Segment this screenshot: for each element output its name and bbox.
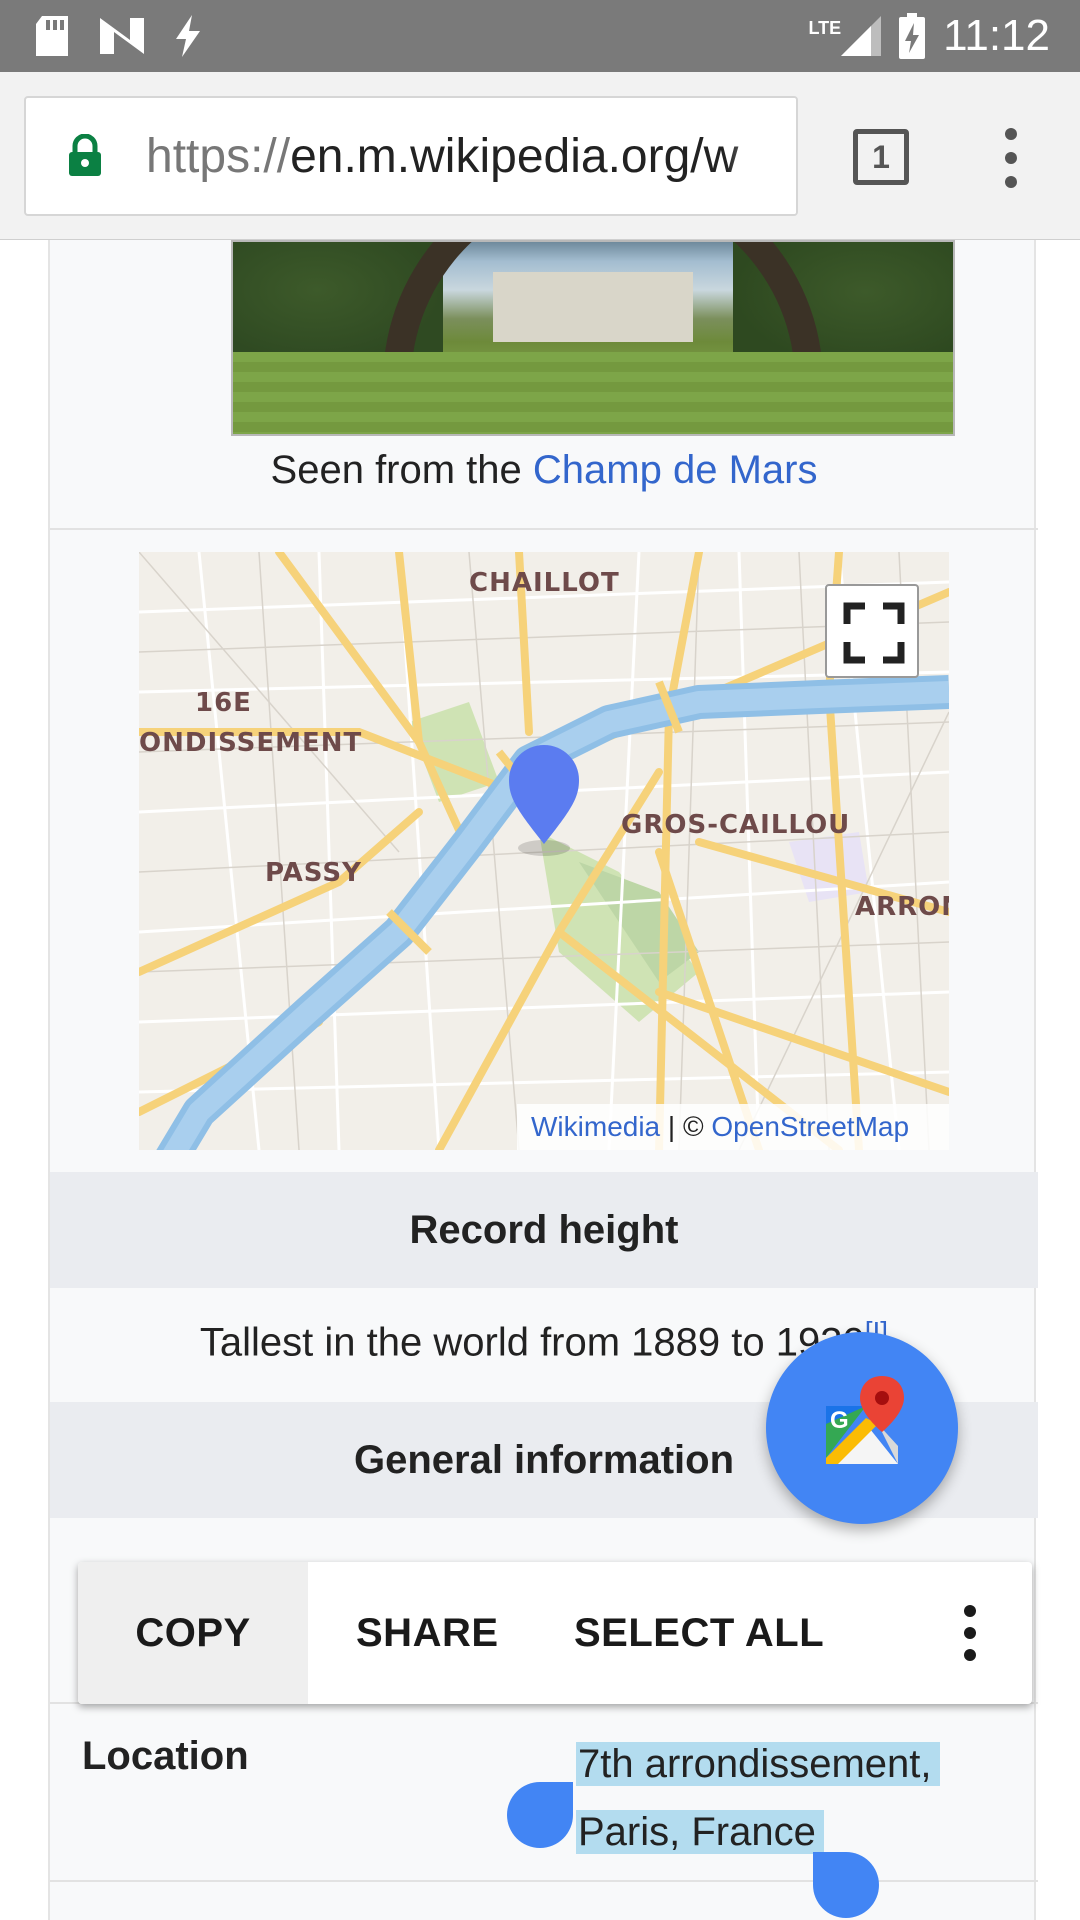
wikimedia-link[interactable]: Wikimedia xyxy=(531,1111,660,1143)
map-label-arron: ARRON xyxy=(855,892,949,922)
map-label-16e: 16E xyxy=(195,688,252,718)
divider xyxy=(50,1880,1038,1882)
menu-dot-icon xyxy=(1005,128,1017,140)
n-logo-icon xyxy=(100,18,144,54)
record-height-value: Tallest in the world from 1889 to 1930 xyxy=(199,1320,865,1365)
menu-dot-icon xyxy=(1005,152,1017,164)
location-label: Location xyxy=(82,1734,249,1778)
selection-start-handle[interactable] xyxy=(507,1782,573,1848)
openstreetmap-link[interactable]: OpenStreetMap xyxy=(711,1111,909,1143)
eiffel-tower-photo[interactable] xyxy=(231,240,955,436)
sd-card-icon xyxy=(36,16,68,56)
location-map[interactable]: CHAILLOT 16E ONDISSEMENT PASSY GROS-CAIL… xyxy=(139,552,949,1150)
status-bar: LTE 11:12 xyxy=(0,0,1080,72)
photo-lawn xyxy=(233,352,953,434)
map-attribution: Wikimedia | © OpenStreetMap xyxy=(517,1104,949,1150)
copy-button[interactable]: COPY xyxy=(78,1562,308,1704)
map-label-arrondissement: ONDISSEMENT xyxy=(139,728,363,758)
selected-text-line2[interactable]: Paris, France xyxy=(576,1810,824,1854)
attribution-separator: | © xyxy=(660,1111,712,1142)
text-selection-toolbar: COPY SHARE SELECT ALL xyxy=(78,1562,1032,1704)
battery-charging-icon xyxy=(899,13,926,59)
clock: 11:12 xyxy=(943,11,1050,60)
network-type: LTE xyxy=(808,17,842,38)
url-fade xyxy=(726,98,796,214)
more-dot-icon xyxy=(964,1627,976,1639)
map-label-passy: PASSY xyxy=(265,858,362,888)
selected-text-line1[interactable]: 7th arrondissement, xyxy=(576,1742,940,1786)
tab-count: 1 xyxy=(872,138,890,175)
menu-dot-icon xyxy=(1005,176,1017,188)
photo-caption: Seen from the Champ de Mars xyxy=(50,448,1038,493)
svg-text:G: G xyxy=(830,1407,849,1434)
map-fullscreen-button[interactable] xyxy=(825,584,919,678)
address-bar[interactable]: https://en.m.wikipedia.org/w xyxy=(24,96,798,216)
map-label-gros-caillou: GROS-CAILLOU xyxy=(621,810,851,840)
location-value[interactable]: 7th arrondissement, Paris, France xyxy=(576,1730,940,1866)
google-maps-button[interactable]: G xyxy=(766,1332,958,1524)
champ-de-mars-link[interactable]: Champ de Mars xyxy=(533,448,818,492)
more-dot-icon xyxy=(964,1649,976,1661)
url-text: https://en.m.wikipedia.org/w xyxy=(146,129,739,183)
record-height-header: Record height xyxy=(50,1172,1038,1288)
map-label-chaillot: CHAILLOT xyxy=(469,568,620,598)
lock-icon xyxy=(69,134,101,176)
signal-icon xyxy=(841,16,882,56)
more-dot-icon xyxy=(964,1605,976,1617)
share-button[interactable]: SHARE xyxy=(308,1562,538,1704)
google-maps-icon: G xyxy=(826,1376,904,1464)
tab-switcher-button[interactable]: 1 xyxy=(853,129,909,185)
caption-text: Seen from the xyxy=(270,448,533,492)
browser-toolbar: https://en.m.wikipedia.org/w 1 xyxy=(0,72,1080,240)
more-options-button[interactable] xyxy=(908,1562,1032,1704)
fullscreen-icon xyxy=(843,602,905,664)
select-all-button[interactable]: SELECT ALL xyxy=(538,1562,908,1704)
divider xyxy=(50,528,1038,530)
browser-menu-button[interactable] xyxy=(996,128,1026,188)
selection-end-handle[interactable] xyxy=(813,1852,879,1918)
charging-bolt-icon xyxy=(176,15,200,57)
